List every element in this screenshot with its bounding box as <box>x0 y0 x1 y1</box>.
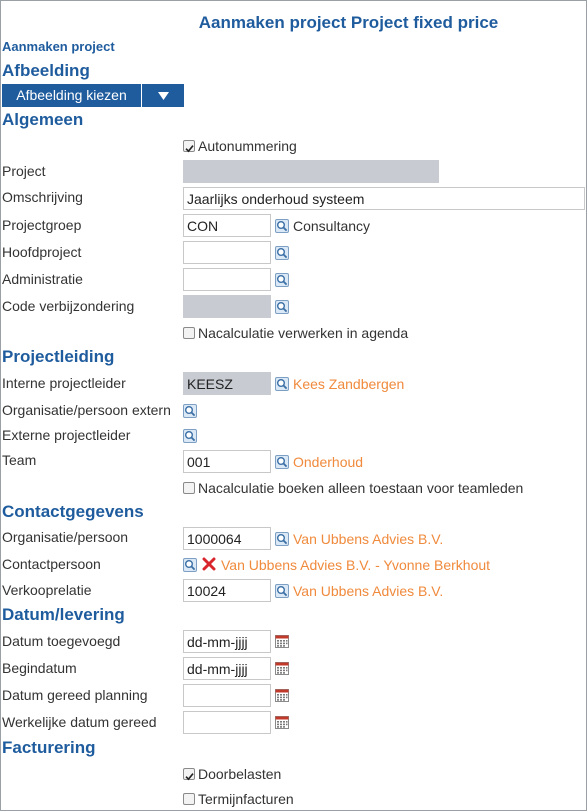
interne-projectleider-label: Interne projectleider <box>2 375 126 391</box>
code-verbijzondering-label: Code verbijzondering <box>2 298 135 314</box>
checkmark-icon <box>184 771 195 782</box>
hoofdproject-input[interactable] <box>183 241 271 264</box>
nacalculatie-agenda-label: Nacalculatie verwerken in agenda <box>198 325 409 341</box>
omschrijving-label: Omschrijving <box>2 189 83 205</box>
contactpersoon-link[interactable]: Van Ubbens Advies B.V. - Yvonne Berkhout <box>221 557 490 573</box>
termijnfacturen-checkbox[interactable] <box>183 793 195 805</box>
administratie-input[interactable] <box>183 268 271 291</box>
afbeelding-kiezen-label[interactable]: Afbeelding kiezen <box>2 84 142 107</box>
doorbelasten-label: Doorbelasten <box>198 766 282 782</box>
hoofdproject-lookup-icon[interactable] <box>275 246 289 260</box>
chevron-down-icon <box>157 91 169 100</box>
section-algemeen: Algemeen <box>2 110 84 129</box>
omschrijving-input[interactable]: Jaarlijks onderhoud systeem <box>183 187 585 210</box>
externe-projectleider-lookup-icon[interactable] <box>183 429 197 443</box>
nacalculatie-team-label: Nacalculatie boeken alleen toestaan voor… <box>198 480 524 496</box>
nacalculatie-agenda-checkbox[interactable] <box>183 327 195 339</box>
section-facturering: Facturering <box>2 738 96 757</box>
section-datum-levering: Datum/levering <box>2 605 125 624</box>
datum-gereed-planning-calendar-icon[interactable] <box>275 688 289 702</box>
team-link[interactable]: Onderhoud <box>293 454 363 470</box>
code-verbijzondering-lookup-icon[interactable] <box>275 300 289 314</box>
begindatum-label: Begindatum <box>2 660 77 676</box>
datum-gereed-planning-input[interactable] <box>183 684 271 707</box>
interne-projectleider-lookup-icon[interactable] <box>275 377 289 391</box>
werkelijke-datum-gereed-calendar-icon[interactable] <box>275 715 289 729</box>
organisatie-extern-lookup-icon[interactable] <box>183 404 197 418</box>
termijnfacturen-label: Termijnfacturen <box>198 791 294 807</box>
begindatum-calendar-icon[interactable] <box>275 661 289 675</box>
interne-projectleider-input: KEESZ <box>183 372 271 395</box>
verkooprelatie-label: Verkooprelatie <box>2 582 92 598</box>
doorbelasten-checkbox[interactable] <box>183 768 195 780</box>
breadcrumb[interactable]: Aanmaken project <box>2 39 115 54</box>
hoofdproject-label: Hoofdproject <box>2 244 82 260</box>
externe-projectleider-label: Externe projectleider <box>2 427 131 443</box>
checkmark-icon <box>184 143 195 154</box>
administratie-label: Administratie <box>2 271 83 287</box>
datum-toegevoegd-input[interactable]: dd-mm-jjjj <box>183 630 271 653</box>
team-input[interactable]: 001 <box>183 450 271 473</box>
code-verbijzondering-input <box>183 295 271 318</box>
datum-gereed-planning-label: Datum gereed planning <box>2 687 148 703</box>
begindatum-input[interactable]: dd-mm-jjjj <box>183 657 271 680</box>
section-afbeelding: Afbeelding <box>2 61 90 80</box>
organisatie-persoon-link[interactable]: Van Ubbens Advies B.V. <box>293 531 443 547</box>
afbeelding-kiezen-button[interactable]: Afbeelding kiezen <box>2 84 184 107</box>
autonummering-label: Autonummering <box>198 138 297 154</box>
projectgroep-lookup-icon[interactable] <box>275 219 289 233</box>
organisatie-persoon-input[interactable]: 1000064 <box>183 527 271 550</box>
verkooprelatie-lookup-icon[interactable] <box>275 584 289 598</box>
projectgroep-input[interactable]: CON <box>183 214 271 237</box>
werkelijke-datum-gereed-input[interactable] <box>183 711 271 734</box>
datum-toegevoegd-label: Datum toegevoegd <box>2 633 121 649</box>
team-label: Team <box>2 452 37 468</box>
projectgroep-description: Consultancy <box>293 218 371 234</box>
verkooprelatie-link[interactable]: Van Ubbens Advies B.V. <box>293 583 443 599</box>
autonummering-checkbox[interactable] <box>183 140 195 152</box>
project-input <box>183 160 439 183</box>
section-contactgegevens: Contactgegevens <box>2 502 144 521</box>
organisatie-extern-label: Organisatie/persoon extern <box>2 402 171 418</box>
page-title: Aanmaken project Project fixed price <box>198 13 499 32</box>
interne-projectleider-link[interactable]: Kees Zandbergen <box>293 376 404 392</box>
project-label: Project <box>2 163 46 179</box>
section-projectleiding: Projectleiding <box>2 347 115 366</box>
team-lookup-icon[interactable] <box>275 455 289 469</box>
datum-toegevoegd-calendar-icon[interactable] <box>275 634 289 648</box>
werkelijke-datum-gereed-label: Werkelijke datum gereed <box>2 714 157 730</box>
projectgroep-label: Projectgroep <box>2 217 82 233</box>
administratie-lookup-icon[interactable] <box>275 273 289 287</box>
nacalculatie-team-checkbox[interactable] <box>183 482 195 494</box>
contactpersoon-label: Contactpersoon <box>2 556 101 572</box>
contactpersoon-lookup-icon[interactable] <box>183 558 197 572</box>
delete-icon[interactable] <box>202 557 216 571</box>
organisatie-persoon-label: Organisatie/persoon <box>2 529 129 545</box>
dropdown-arrow-button[interactable] <box>142 84 184 107</box>
verkooprelatie-input[interactable]: 10024 <box>183 579 271 602</box>
organisatie-persoon-lookup-icon[interactable] <box>275 532 289 546</box>
